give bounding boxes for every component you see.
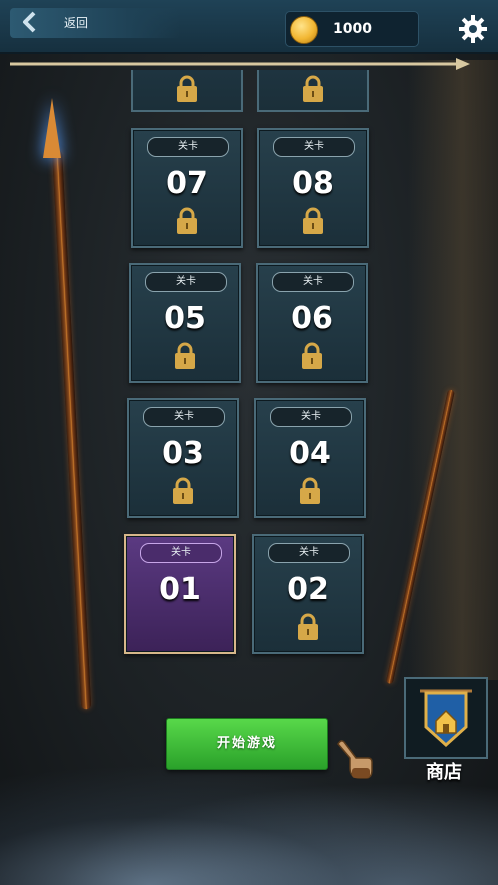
level-number: 08 [292, 166, 334, 201]
lock-icon [303, 207, 323, 234]
level-card-08[interactable]: 关卡 08 [257, 128, 369, 248]
lock-icon [175, 342, 195, 369]
lock-icon [173, 477, 193, 504]
level-tag: 关卡 [147, 137, 229, 157]
lock-icon [300, 477, 320, 504]
level-card-partial-left[interactable] [131, 70, 243, 112]
level-card-01[interactable]: 关卡 01 [124, 534, 236, 654]
level-card-partial-right[interactable] [257, 70, 369, 112]
background-glow [408, 60, 498, 680]
lock-icon [302, 342, 322, 369]
level-number: 05 [164, 301, 206, 336]
level-number: 04 [289, 436, 331, 471]
level-number: 02 [287, 572, 329, 607]
shop-button[interactable] [404, 677, 488, 759]
level-card-02[interactable]: 关卡 02 [252, 534, 364, 654]
level-tag: 关卡 [145, 272, 227, 292]
level-card-04[interactable]: 关卡 04 [254, 398, 366, 518]
lock-icon [298, 613, 318, 640]
lock-icon [177, 207, 197, 234]
level-tag: 关卡 [273, 137, 355, 157]
lock-icon [303, 75, 323, 102]
gear-icon[interactable] [458, 14, 488, 44]
level-number: 06 [291, 301, 333, 336]
level-card-03[interactable]: 关卡 03 [127, 398, 239, 518]
back-label[interactable]: 返回 [64, 14, 88, 31]
start-game-button[interactable]: 开始游戏 [166, 718, 328, 770]
level-card-05[interactable]: 关卡 05 [129, 263, 241, 383]
coin-value: 1000 [333, 21, 372, 37]
background-fog [0, 765, 498, 885]
back-arrow-icon[interactable] [18, 9, 44, 35]
lock-icon [177, 75, 197, 102]
level-tag: 关卡 [143, 407, 225, 427]
shop-castle-icon [420, 689, 472, 748]
level-card-06[interactable]: 关卡 06 [256, 263, 368, 383]
header-arrow-decoration [10, 55, 470, 70]
coin-icon [290, 16, 318, 44]
level-number: 01 [159, 572, 201, 607]
level-tag: 关卡 [268, 543, 350, 563]
level-card-07[interactable]: 关卡 07 [131, 128, 243, 248]
level-tag: 关卡 [140, 543, 222, 563]
level-tag: 关卡 [270, 407, 352, 427]
level-tag: 关卡 [272, 272, 354, 292]
level-number: 03 [162, 436, 204, 471]
level-number: 07 [166, 166, 208, 201]
